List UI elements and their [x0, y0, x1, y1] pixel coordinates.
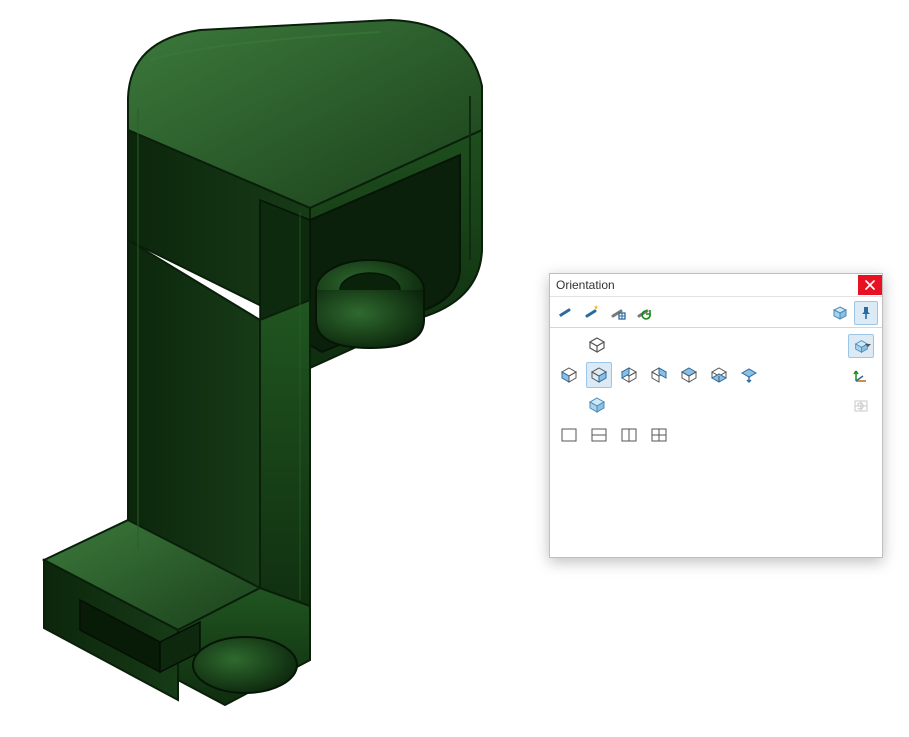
orientation-panel: Orientation	[549, 273, 883, 558]
right-view-button[interactable]	[646, 362, 672, 388]
up-axis-button[interactable]	[848, 364, 874, 388]
row-standard-views	[556, 362, 846, 388]
view-selector-button[interactable]	[828, 301, 852, 325]
normal-to-button[interactable]	[736, 362, 762, 388]
previous-view-button[interactable]	[554, 301, 578, 325]
views-column	[556, 332, 846, 448]
trimetric-view-button[interactable]	[584, 392, 610, 418]
panel-body	[550, 328, 882, 452]
reset-standard-views-button[interactable]	[632, 301, 656, 325]
row-axon	[556, 392, 846, 418]
back-view-button[interactable]	[586, 362, 612, 388]
row-iso-primary	[556, 332, 846, 358]
row-viewports	[556, 422, 846, 448]
axon-dropdown-button[interactable]	[848, 334, 874, 358]
two-viewport-v-button[interactable]	[616, 422, 642, 448]
model-view[interactable]	[10, 0, 540, 737]
panel-title: Orientation	[556, 278, 858, 292]
bottom-view-button[interactable]	[706, 362, 732, 388]
pin-button[interactable]	[854, 301, 878, 325]
two-viewport-h-button[interactable]	[586, 422, 612, 448]
update-standard-views-button[interactable]	[606, 301, 630, 325]
link-views-button	[848, 394, 874, 418]
front-view-button[interactable]	[556, 362, 582, 388]
left-view-button[interactable]	[616, 362, 642, 388]
side-column	[846, 332, 876, 448]
new-view-button[interactable]	[580, 301, 604, 325]
panel-header[interactable]: Orientation	[550, 274, 882, 297]
top-view-button[interactable]	[676, 362, 702, 388]
orientation-toolbar	[550, 297, 882, 328]
close-button[interactable]	[858, 275, 882, 295]
single-viewport-button[interactable]	[556, 422, 582, 448]
four-viewport-button[interactable]	[646, 422, 672, 448]
isometric-view-button[interactable]	[584, 332, 610, 358]
